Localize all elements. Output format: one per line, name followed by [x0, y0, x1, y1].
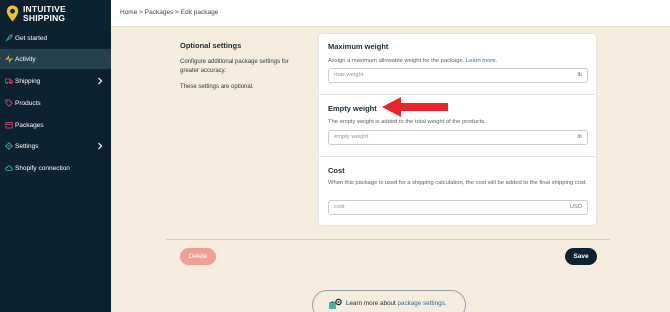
cost-input[interactable]: cost USD — [328, 200, 588, 215]
save-button[interactable]: Save — [565, 248, 597, 265]
breadcrumb-home[interactable]: Home — [120, 9, 137, 16]
empty-weight-unit: lb — [577, 134, 582, 140]
learn-more-banner[interactable]: Learn more about package settings. — [312, 290, 466, 312]
brand-logo[interactable]: INTUITIVE SHIPPING — [6, 5, 106, 25]
sidebar-item-get-started[interactable]: Get started — [0, 28, 111, 48]
delete-button[interactable]: Delete — [180, 248, 216, 265]
section-divider — [318, 94, 597, 95]
sidebar-item-label: Get started — [15, 34, 48, 42]
section-divider — [318, 156, 597, 157]
sidebar-item-settings[interactable]: Settings — [0, 136, 111, 156]
gear-icon — [5, 142, 13, 150]
location-pin-icon — [6, 5, 19, 22]
section-note: These settings are optional. — [180, 84, 254, 90]
max-weight-title: Maximum weight — [328, 42, 389, 51]
learn-more-prefix: Learn more about — [346, 300, 396, 307]
sidebar-item-packages[interactable]: Packages — [0, 115, 111, 135]
package-settings-link[interactable]: package settings. — [397, 300, 446, 307]
sidebar-item-activity[interactable]: Activity — [0, 49, 111, 69]
top-bar: Home > Packages > Edit package — [111, 0, 670, 27]
sidebar-item-label: Shopify connection — [15, 164, 70, 172]
cost-placeholder: cost — [334, 204, 345, 210]
chevron-right-icon — [98, 142, 103, 150]
sidebar-item-label: Packages — [15, 121, 44, 129]
activity-icon — [5, 55, 13, 63]
max-weight-placeholder: max weight — [334, 72, 364, 78]
annotation-arrow-icon — [382, 97, 448, 117]
section-description: Configure additional package settings fo… — [180, 59, 289, 74]
sidebar-item-shipping[interactable]: Shipping — [0, 71, 111, 91]
learn-more-text: Learn more about package settings. — [346, 300, 446, 307]
breadcrumb: Home > Packages > Edit package — [120, 9, 218, 16]
package-settings-icon — [329, 298, 342, 309]
max-weight-unit: lb — [577, 72, 582, 78]
footer-divider — [166, 239, 610, 240]
truck-icon — [5, 77, 13, 85]
tag-icon — [5, 99, 13, 107]
sidebar-item-label: Shipping — [15, 77, 41, 85]
sidebar-item-label: Activity — [15, 55, 36, 63]
package-icon — [5, 121, 13, 129]
sidebar-item-label: Settings — [15, 142, 39, 150]
empty-weight-title: Empty weight — [328, 104, 377, 113]
breadcrumb-current: Edit package — [180, 9, 219, 16]
learn-more-link[interactable]: Learn more. — [466, 58, 497, 64]
empty-weight-placeholder: empty weight — [334, 134, 369, 140]
max-weight-description-text: Assign a maximum allowable weight for th… — [328, 58, 465, 64]
max-weight-description: Assign a maximum allowable weight for th… — [328, 57, 590, 66]
cloud-icon — [5, 164, 13, 172]
empty-weight-description: The empty weight is added to the total w… — [328, 119, 486, 125]
sidebar-item-label: Products — [15, 99, 41, 107]
rocket-icon — [5, 34, 13, 42]
cost-description: When this package is used for a shipping… — [328, 180, 588, 186]
cost-unit: USD — [569, 204, 582, 210]
breadcrumb-packages[interactable]: Packages — [145, 9, 174, 16]
section-title: Optional settings — [180, 41, 242, 50]
max-weight-input[interactable]: max weight lb — [328, 68, 588, 83]
breadcrumb-separator: > — [175, 9, 179, 16]
sidebar-item-products[interactable]: Products — [0, 93, 111, 113]
brand-name-line2: SHIPPING — [23, 13, 66, 23]
empty-weight-input[interactable]: empty weight lb — [328, 130, 588, 145]
cost-title: Cost — [328, 166, 345, 175]
sidebar: INTUITIVE SHIPPING Get started Activity … — [0, 0, 111, 312]
breadcrumb-separator: > — [139, 9, 143, 16]
chevron-right-icon — [98, 77, 103, 85]
sidebar-item-shopify-connection[interactable]: Shopify connection — [0, 158, 111, 178]
